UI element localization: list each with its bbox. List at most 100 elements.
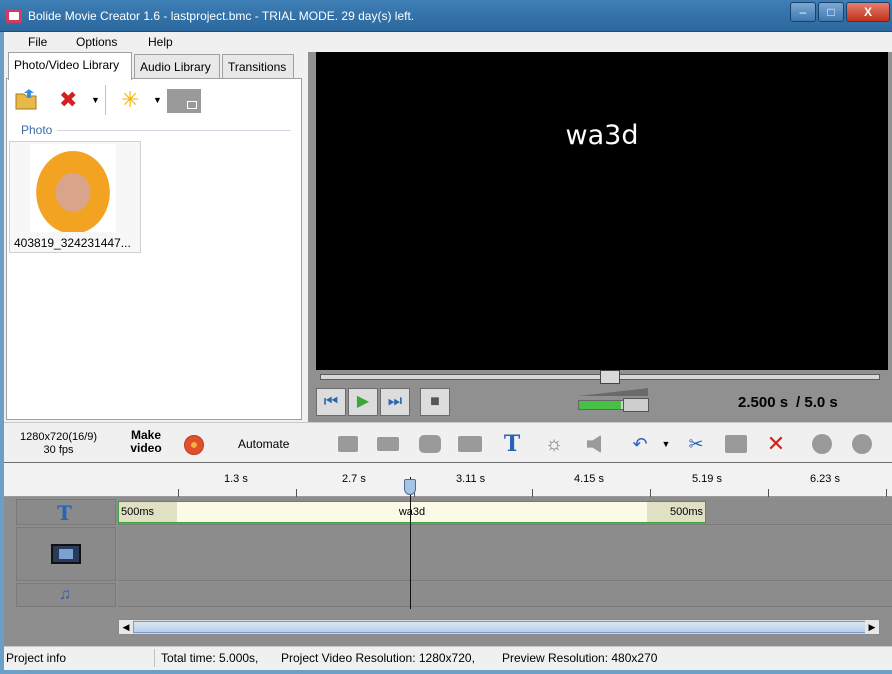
seek-handle[interactable]	[600, 370, 620, 384]
play-button[interactable]: ▶	[348, 388, 378, 416]
volume-ramp	[578, 388, 648, 396]
timeline-toolbar: 1280x720(16/9) 30 fps Make video Automat…	[4, 422, 892, 462]
timeline: 1.3 s 2.7 s 3.11 s 4.15 s 5.19 s 6.23 s …	[4, 462, 892, 646]
seek-bar[interactable]	[320, 370, 880, 384]
menu-file[interactable]: File	[28, 35, 47, 49]
toolbar-separator	[105, 85, 106, 115]
fps-label: 30 fps	[43, 444, 74, 456]
playhead-line	[410, 477, 411, 609]
tab-photo-video-library[interactable]: Photo/Video Library	[8, 52, 132, 80]
film-icon	[51, 544, 81, 564]
go-to-start-button[interactable]: ⏮	[316, 388, 346, 416]
audio-track[interactable]	[118, 583, 892, 607]
ruler-label: 1.3 s	[224, 473, 248, 485]
cut-icon[interactable]: ✂	[684, 433, 708, 455]
library-item-caption: 403819_324231447...	[14, 236, 131, 250]
menu-help[interactable]: Help	[148, 35, 173, 49]
app-icon	[6, 9, 22, 23]
zoom-out-icon[interactable]	[850, 433, 874, 455]
text-track[interactable]: 500ms wa3d 500ms	[118, 499, 892, 525]
time-ruler[interactable]: 1.3 s 2.7 s 3.11 s 4.15 s 5.19 s 6.23 s	[118, 463, 892, 497]
brightness-icon[interactable]: ☼	[542, 433, 566, 455]
audio-track-header[interactable]: ♫	[16, 583, 116, 607]
status-project-resolution: Project Video Resolution: 1280x720,	[281, 651, 475, 665]
text-track-icon: T	[57, 501, 72, 525]
preview-screen: wa3d	[316, 52, 888, 370]
photo-thumbnail	[30, 144, 116, 232]
rounded-frame-icon[interactable]	[418, 433, 442, 455]
delete-dropdown-icon[interactable]: ▼	[91, 95, 100, 105]
title-bar[interactable]: Bolide Movie Creator 1.6 - lastproject.b…	[0, 0, 892, 32]
section-label: Photo	[21, 123, 53, 137]
ruler-tick	[296, 489, 297, 497]
ruler-tick	[768, 489, 769, 497]
window-title: Bolide Movie Creator 1.6 - lastproject.b…	[28, 9, 415, 23]
folder-add-icon[interactable]	[15, 89, 41, 111]
frame-icon[interactable]	[458, 433, 482, 455]
delete-icon[interactable]: ✖	[59, 89, 81, 111]
undo-dropdown-icon[interactable]: ▼	[654, 433, 678, 455]
status-total-time: Total time: 5.000s,	[161, 651, 259, 665]
effects-dropdown-icon[interactable]: ▼	[153, 95, 162, 105]
tab-audio-library[interactable]: Audio Library	[134, 54, 220, 78]
fade-out-label[interactable]: 500ms	[647, 502, 705, 522]
undo-icon[interactable]: ↶	[628, 433, 652, 455]
resolution-label: 1280x720(16/9)	[20, 431, 98, 443]
scroll-left-icon[interactable]: ◀	[119, 620, 133, 634]
section-divider	[57, 130, 291, 131]
slide-icon[interactable]	[167, 89, 201, 113]
time-readout: 2.500 s / 5.0 s	[738, 394, 838, 411]
menu-options[interactable]: Options	[76, 35, 117, 49]
resolution-info[interactable]: 1280x720(16/9) 30 fps	[20, 431, 97, 457]
playhead-handle[interactable]	[404, 479, 416, 495]
text-icon[interactable]: T	[500, 433, 524, 455]
volume-fill	[579, 401, 622, 409]
client-area: File Options Help Photo/Video Library Au…	[4, 32, 892, 670]
go-to-end-button[interactable]: ⏭	[380, 388, 410, 416]
ruler-tick	[650, 489, 651, 497]
record-icon[interactable]	[184, 435, 204, 455]
ruler-label: 6.23 s	[810, 473, 840, 485]
video-track-header[interactable]	[16, 527, 116, 581]
timeline-scrollbar[interactable]: ◀ ▶	[118, 619, 880, 635]
volume-track[interactable]	[578, 398, 649, 412]
automate-button[interactable]: Automate	[238, 437, 289, 451]
effects-star-icon[interactable]: ✳	[121, 89, 143, 111]
zoom-in-icon[interactable]	[810, 433, 834, 455]
total-time: / 5.0 s	[796, 394, 838, 411]
ruler-tick	[886, 489, 887, 497]
tab-transitions[interactable]: Transitions	[222, 54, 294, 78]
close-button[interactable]: X	[846, 2, 890, 22]
library-item[interactable]: 403819_324231447...	[9, 141, 141, 253]
copy-icon[interactable]	[724, 433, 748, 455]
ruler-tick	[178, 489, 179, 497]
status-bar: Project info Total time: 5.000s, Project…	[4, 646, 892, 668]
status-preview-resolution: Preview Resolution: 480x270	[502, 651, 658, 665]
maximize-button[interactable]: □	[818, 2, 844, 22]
delete-clip-icon[interactable]: ✕	[764, 433, 788, 455]
minimize-button[interactable]: –	[790, 2, 816, 22]
music-icon: ♫	[59, 586, 71, 603]
ruler-tick	[532, 489, 533, 497]
video-track[interactable]	[118, 527, 892, 581]
volume-icon[interactable]	[582, 433, 606, 455]
volume-slider[interactable]	[578, 388, 650, 412]
stop-button[interactable]: ■	[420, 388, 450, 416]
library-panel: Photo/Video Library Audio Library Transi…	[6, 52, 304, 420]
scrollbar-thumb[interactable]	[133, 621, 867, 633]
menu-bar: File Options Help	[4, 32, 892, 52]
volume-handle[interactable]	[623, 398, 649, 412]
display-icon[interactable]	[376, 433, 400, 455]
split-icon[interactable]	[336, 433, 360, 455]
scroll-right-icon[interactable]: ▶	[865, 620, 879, 634]
ruler-label: 3.11 s	[456, 473, 486, 485]
text-clip-label: wa3d	[398, 506, 426, 518]
current-time: 2.500 s	[738, 394, 789, 411]
text-clip[interactable]: 500ms wa3d 500ms	[118, 501, 706, 523]
make-video-button[interactable]: Make video	[126, 429, 166, 455]
ruler-label: 2.7 s	[342, 473, 366, 485]
ruler-label: 5.19 s	[692, 473, 722, 485]
preview-overlay-text: wa3d	[565, 120, 639, 151]
text-track-header[interactable]: T	[16, 499, 116, 525]
preview-panel: wa3d ⏮ ▶ ⏭ ■ 2.500 s / 5.0 s	[308, 52, 892, 422]
